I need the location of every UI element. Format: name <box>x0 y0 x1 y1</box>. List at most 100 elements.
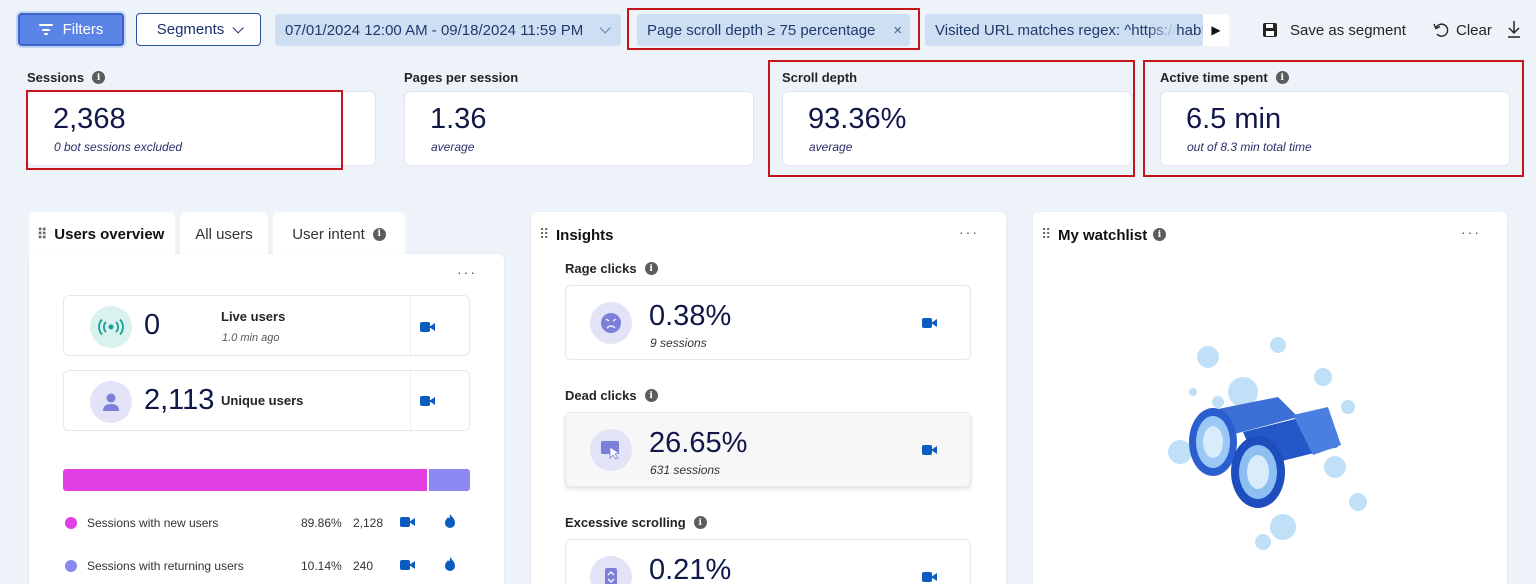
card-divider <box>410 371 411 432</box>
legend-returning-users: Sessions with returning users 10.14% 240 <box>65 559 393 573</box>
legend-label: Sessions with new users <box>87 516 219 530</box>
info-icon[interactable]: i <box>1275 71 1289 84</box>
pages-per-session-label-text: Pages per session <box>404 70 519 85</box>
live-users-card: 0 Live users 1.0 min ago <box>63 295 470 357</box>
scroll-depth-sub: average <box>809 140 853 154</box>
video-camera-icon[interactable] <box>420 322 435 332</box>
scroll-depth-value: 93.36% <box>808 103 907 135</box>
excessive-scrolling-card[interactable]: 0.21% <box>565 539 971 584</box>
video-camera-icon[interactable] <box>400 560 415 570</box>
filter-icon <box>38 24 53 35</box>
legend-count: 240 <box>353 559 374 573</box>
scroll-depth-label: Scroll depth <box>782 70 857 85</box>
live-users-value: 0 <box>144 309 161 341</box>
rage-clicks-label: Rage clicks <box>565 261 637 276</box>
tab-user-intent[interactable]: User intent i <box>273 212 405 256</box>
sessions-label: Sessions i <box>27 70 106 85</box>
active-time-card: 6.5 min out of 8.3 min total time <box>1160 91 1510 166</box>
pages-per-session-card: 1.36 average <box>404 91 754 166</box>
active-time-label-text: Active time spent <box>1160 70 1268 85</box>
info-icon[interactable]: i <box>1153 228 1166 241</box>
legend-dot <box>65 560 77 572</box>
sessions-label-text: Sessions <box>27 70 85 85</box>
drag-handle-icon[interactable]: ⠿ <box>37 226 47 243</box>
insights-title: Insights <box>556 227 614 244</box>
scroll-depth-filter-chip[interactable]: Page scroll depth ≥ 75 percentage × <box>637 14 910 46</box>
tab-all-users-label: All users <box>195 225 253 243</box>
unique-users-label: Unique users <box>221 393 304 408</box>
legend-percent: 10.14% <box>301 559 342 573</box>
binoculars-illustration-icon <box>1168 337 1367 550</box>
dead-clicks-card[interactable]: 26.65% 631 sessions <box>565 412 971 487</box>
video-camera-icon[interactable] <box>922 572 937 582</box>
video-camera-icon[interactable] <box>922 318 937 328</box>
tab-user-intent-label: User intent <box>292 225 365 243</box>
sessions-value: 2,368 <box>53 103 126 135</box>
active-time-label: Active time spent i <box>1160 70 1289 85</box>
info-icon[interactable]: i <box>693 516 707 529</box>
excessive-scrolling-value: 0.21% <box>649 554 732 584</box>
close-icon[interactable]: × <box>893 22 902 39</box>
filters-button[interactable]: Filters <box>18 13 124 46</box>
legend-percent: 89.86% <box>301 516 342 530</box>
clear-label: Clear <box>1456 21 1492 39</box>
pages-per-session-label: Pages per session <box>404 70 518 85</box>
video-camera-icon[interactable] <box>922 445 937 455</box>
pages-per-session-sub: average <box>431 140 475 154</box>
info-icon[interactable]: i <box>92 71 106 84</box>
date-range-filter[interactable]: 07/01/2024 12:00 AM - 09/18/2024 11:59 P… <box>275 14 621 46</box>
pages-per-session-value: 1.36 <box>430 103 487 135</box>
scroll-phone-icon <box>590 556 632 584</box>
video-camera-icon[interactable] <box>400 517 415 527</box>
download-icon[interactable] <box>1506 18 1522 42</box>
heatmap-flame-icon[interactable] <box>445 514 455 528</box>
more-options-icon[interactable]: ··· <box>457 264 477 280</box>
user-split-bar[interactable] <box>63 469 470 491</box>
legend-dot <box>65 517 77 529</box>
tab-all-users[interactable]: All users <box>180 212 268 256</box>
clear-button[interactable]: Clear <box>1432 14 1492 46</box>
sessions-card: 2,368 0 bot sessions excluded <box>27 91 376 166</box>
video-camera-icon[interactable] <box>420 396 435 406</box>
excessive-scrolling-label: Excessive scrolling <box>565 515 686 530</box>
drag-handle-icon[interactable]: ⠿ <box>1041 226 1051 243</box>
returning-users-segment[interactable] <box>429 469 470 491</box>
url-filter-chip[interactable]: Visited URL matches regex: ^https://habt… <box>925 14 1203 46</box>
dead-clicks-value: 26.65% <box>649 427 748 459</box>
info-icon[interactable]: i <box>644 262 658 275</box>
rage-clicks-card[interactable]: 0.38% 9 sessions <box>565 285 971 360</box>
filter-toolbar: Filters Segments 07/01/2024 12:00 AM - 0… <box>0 0 1536 60</box>
new-users-segment[interactable] <box>63 469 427 491</box>
dead-clicks-sub: 631 sessions <box>650 463 721 477</box>
live-users-label: Live users <box>221 309 286 324</box>
excessive-scrolling-title: Excessive scrolling i <box>565 515 707 530</box>
scroll-right-arrow-icon[interactable]: ▶ <box>1203 14 1229 46</box>
segments-label: Segments <box>156 21 225 38</box>
more-options-icon[interactable]: ··· <box>1461 224 1481 240</box>
unique-users-card: 2,113 Unique users <box>63 370 470 432</box>
chevron-down-icon <box>232 21 245 34</box>
scroll-depth-label-text: Scroll depth <box>782 70 858 85</box>
tab-users-overview[interactable]: ⠿ Users overview <box>29 212 175 256</box>
filters-label: Filters <box>62 21 104 38</box>
legend-label: Sessions with returning users <box>87 559 244 573</box>
tab-users-overview-label: Users overview <box>54 225 165 243</box>
heatmap-flame-icon[interactable] <box>445 557 455 571</box>
save-icon <box>1263 23 1277 37</box>
dead-click-cursor-icon <box>590 429 632 471</box>
sessions-sub: 0 bot sessions excluded <box>54 140 183 154</box>
legend-new-users: Sessions with new users 89.86% 2,128 <box>65 516 393 530</box>
chip-fade <box>1147 14 1177 46</box>
angry-face-icon <box>590 302 632 344</box>
info-icon[interactable]: i <box>372 227 386 241</box>
info-icon[interactable]: i <box>644 389 658 402</box>
dead-clicks-title: Dead clicks i <box>565 388 658 403</box>
undo-icon <box>1433 23 1449 37</box>
rage-clicks-title: Rage clicks i <box>565 261 658 276</box>
segments-dropdown[interactable]: Segments <box>136 13 261 46</box>
person-icon <box>90 381 132 423</box>
save-as-segment-button[interactable]: Save as segment <box>1262 14 1406 46</box>
dead-clicks-label: Dead clicks <box>565 388 637 403</box>
drag-handle-icon[interactable]: ⠿ <box>539 226 549 243</box>
more-options-icon[interactable]: ··· <box>959 224 979 240</box>
